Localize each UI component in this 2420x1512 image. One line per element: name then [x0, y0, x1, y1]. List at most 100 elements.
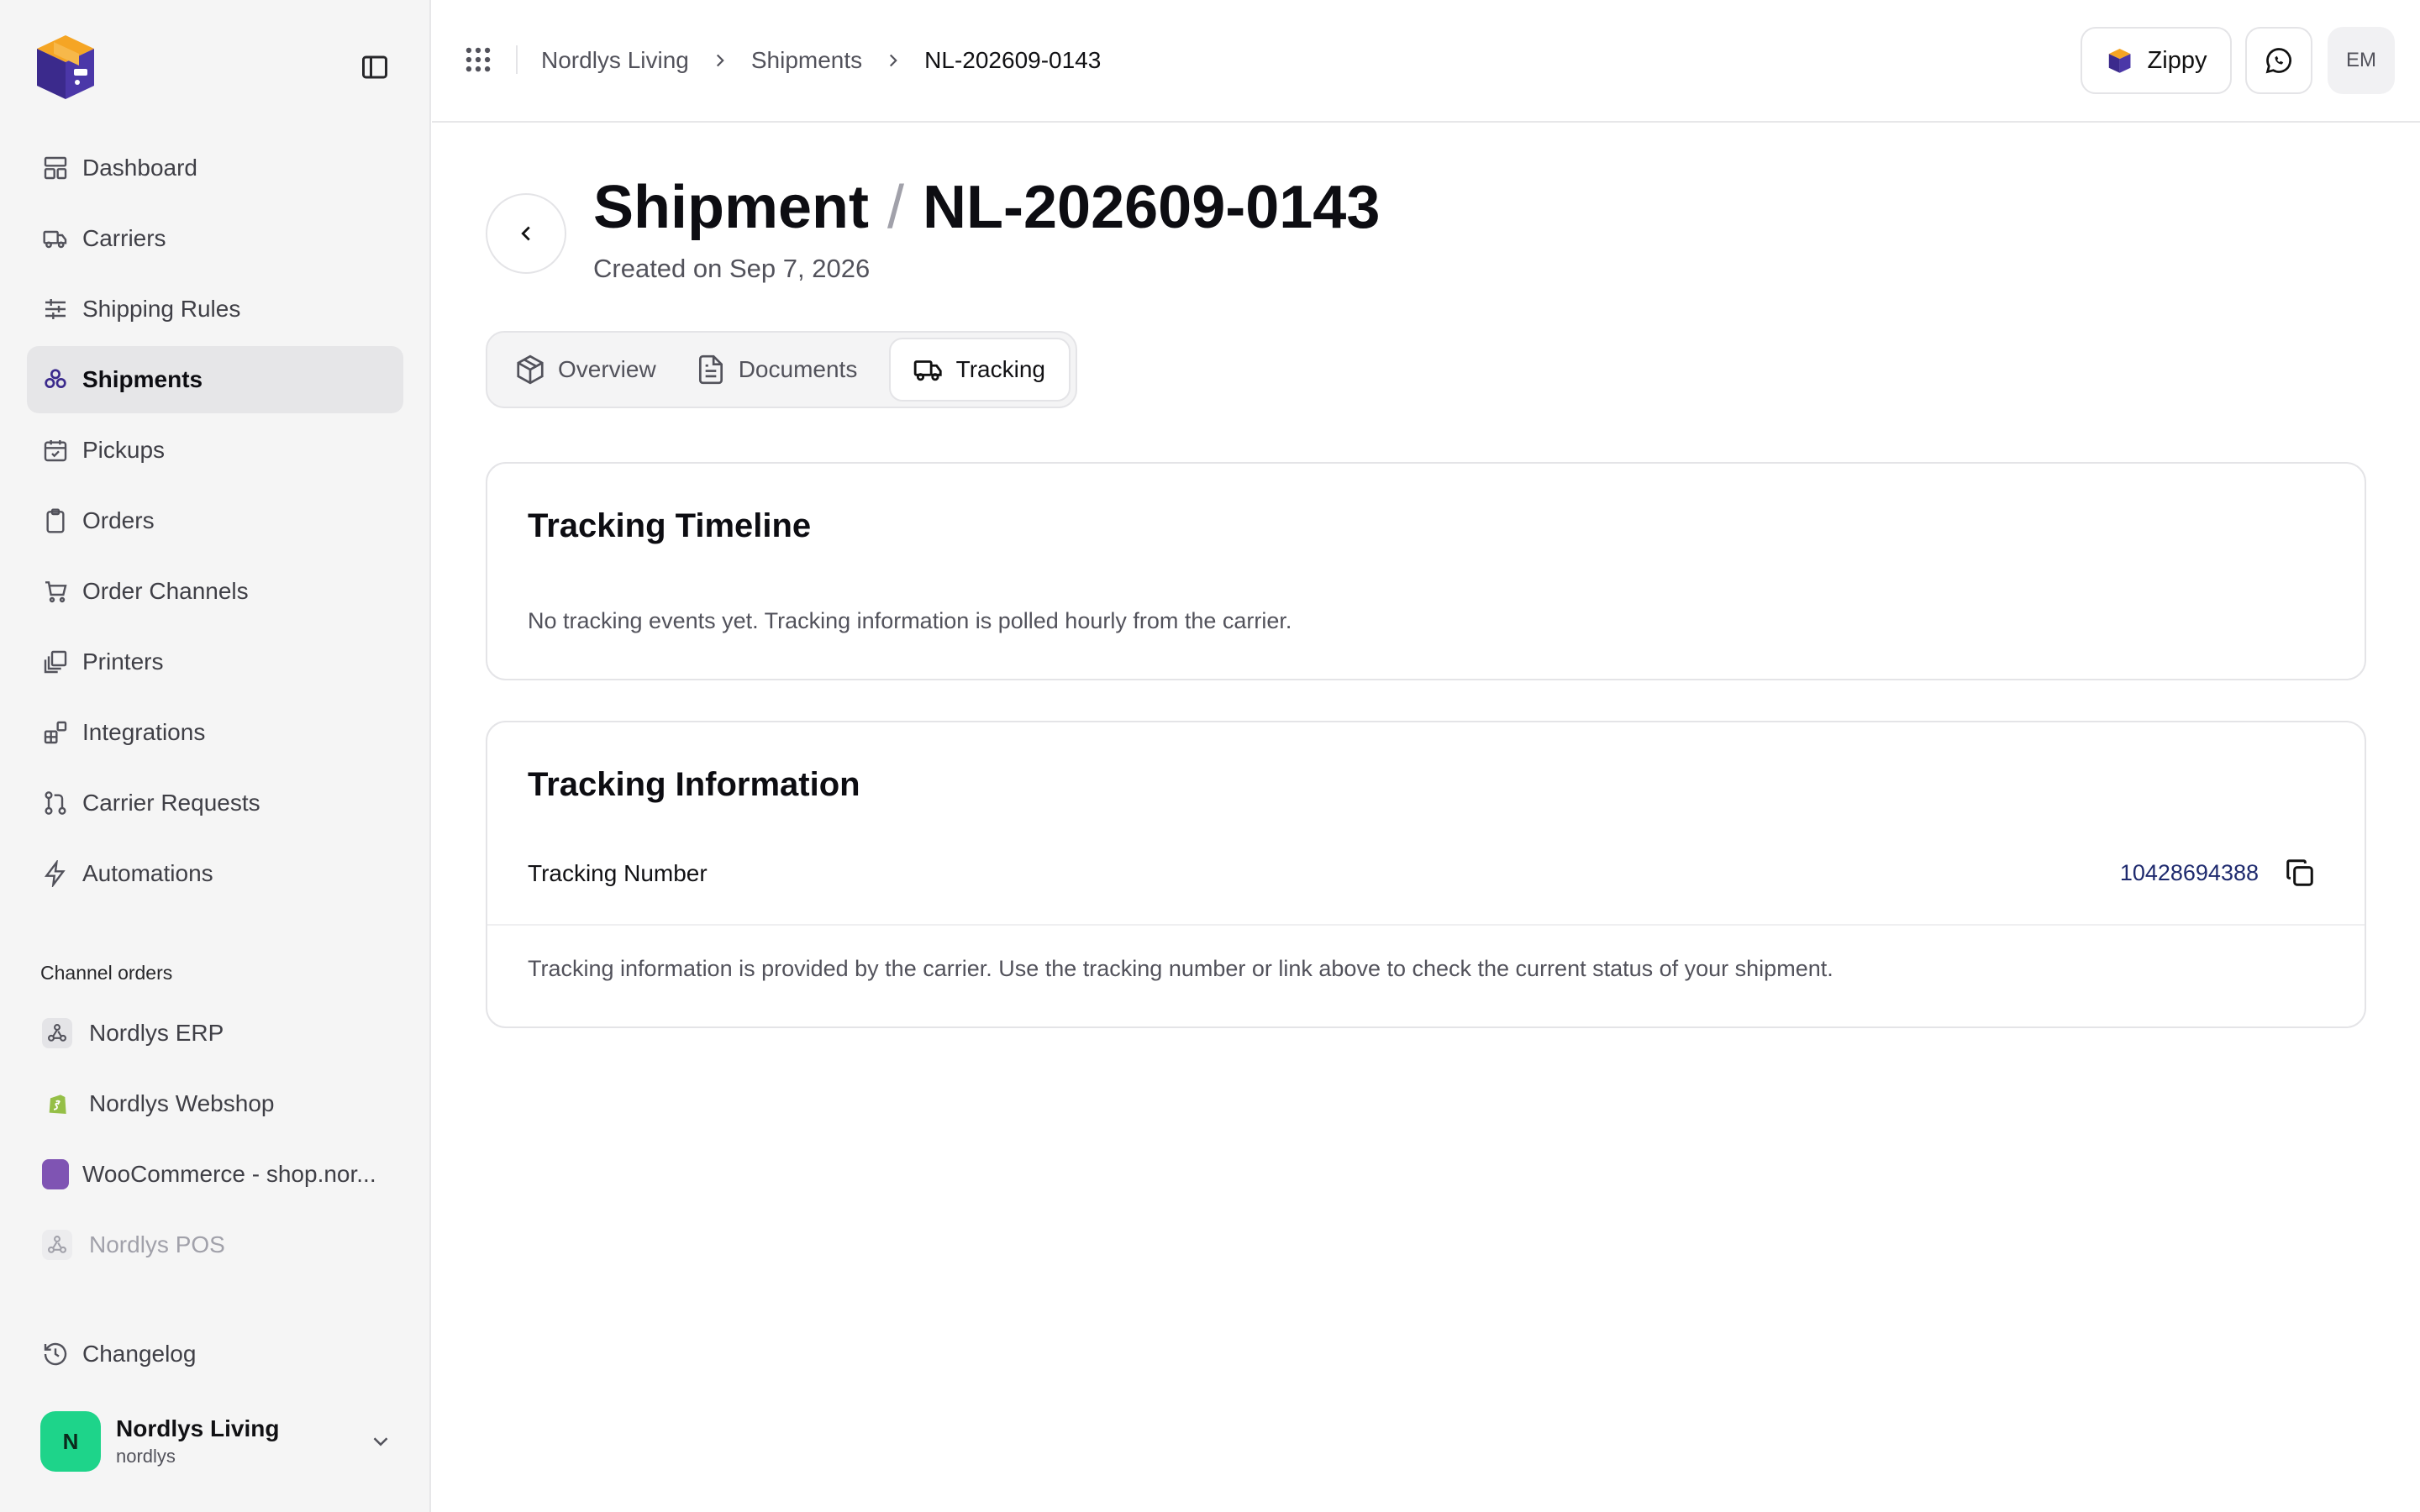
user-avatar[interactable]: EM: [2328, 27, 2395, 94]
main-nav: Dashboard Carriers Shipping Rules Shipme…: [27, 134, 403, 911]
top-header: Nordlys Living Shipments NL-202609-0143 …: [432, 0, 2420, 123]
header-divider: [516, 45, 518, 74]
chevron-down-icon: [373, 1437, 388, 1446]
cart-icon: [45, 581, 67, 603]
channel-section-label: Channel orders: [40, 962, 173, 984]
app-logo[interactable]: [29, 29, 104, 104]
sidebar-item-printers[interactable]: Printers: [27, 628, 403, 696]
breadcrumb-item-current: NL-202609-0143: [924, 47, 1102, 73]
sidebar-item-label: Shipping Rules: [82, 296, 241, 322]
changelog-section: Changelog: [27, 1320, 403, 1391]
sidebar-item-label: Dashboard: [82, 155, 197, 181]
printer-icon: [44, 650, 67, 674]
chevron-left-icon: [521, 226, 530, 241]
account-handle: nordlys: [116, 1446, 176, 1467]
channel-item-nordlys-pos[interactable]: Nordlys POS: [27, 1211, 403, 1278]
sidebar-item-orders[interactable]: Orders: [27, 487, 403, 554]
tab-overview[interactable]: Overview: [492, 338, 680, 402]
truck-icon: [913, 360, 942, 381]
sidebar-item-label: Integrations: [82, 719, 206, 745]
sidebar-item-label: Order Channels: [82, 578, 249, 604]
tracking-number-value[interactable]: 10428694388: [2120, 860, 2259, 886]
breadcrumb-item-shipments[interactable]: Shipments: [751, 47, 862, 74]
sidebar-toggle-icon[interactable]: [360, 52, 390, 82]
tracking-number-label: Tracking Number: [528, 860, 708, 886]
document-icon: [698, 354, 723, 385]
channel-item-woocommerce[interactable]: WooCommerce - shop.nor...: [27, 1141, 403, 1208]
page-title: Shipment / NL-202609-0143: [593, 173, 1380, 242]
card-divider: [487, 924, 2365, 926]
apps-grid-icon[interactable]: [462, 44, 494, 76]
copy-icon[interactable]: [2284, 857, 2316, 889]
sidebar-item-label: Carrier Requests: [82, 790, 260, 816]
account-name: Nordlys Living: [116, 1415, 280, 1441]
card-title: Tracking Timeline: [528, 507, 812, 544]
chat-bubble-icon: [2265, 48, 2291, 74]
tracking-information-card: Tracking Information Tracking Number 104…: [486, 721, 2366, 1028]
empty-state-message: No tracking events yet. Tracking informa…: [528, 608, 1292, 633]
sliders-icon: [45, 299, 66, 319]
sidebar-item-label: Automations: [82, 860, 213, 886]
sidebar-item-order-channels[interactable]: Order Channels: [27, 558, 403, 625]
git-pull-icon: [45, 791, 66, 815]
channel-item-nordlys-webshop[interactable]: Nordlys Webshop: [27, 1070, 403, 1137]
avatar: N: [40, 1411, 101, 1472]
shipment-id: NL-202609-0143: [923, 174, 1381, 241]
sidebar-item-label: Shipments: [82, 366, 203, 392]
tracking-note: Tracking information is provided by the …: [528, 956, 1833, 981]
sidebar-item-automations[interactable]: Automations: [27, 840, 403, 907]
chevron-right-icon: [716, 54, 724, 67]
tab-label: Tracking: [955, 356, 1045, 382]
boxes-icon: [45, 369, 66, 388]
sidebar-item-carriers[interactable]: Carriers: [27, 205, 403, 272]
sidebar-item-shipments[interactable]: Shipments: [27, 346, 403, 413]
account-switcher[interactable]: N Nordlys Living nordlys: [40, 1411, 393, 1472]
sidebar: Dashboard Carriers Shipping Rules Shipme…: [0, 0, 431, 1512]
webhook-icon: [42, 1018, 72, 1048]
tracking-timeline-card: Tracking Timeline No tracking events yet…: [486, 462, 2366, 680]
sidebar-item-label: Carriers: [82, 225, 166, 251]
sidebar-item-carrier-requests[interactable]: Carrier Requests: [27, 769, 403, 837]
webhook-icon: [42, 1230, 72, 1260]
clipboard-icon: [46, 508, 65, 533]
support-chat-button[interactable]: [2245, 27, 2312, 94]
sidebar-item-label: Pickups: [82, 437, 166, 463]
zippy-assistant-button[interactable]: Zippy: [2081, 27, 2232, 94]
bolt-icon: [44, 860, 66, 887]
sidebar-item-label: Changelog: [82, 1341, 197, 1367]
channel-item-label: Nordlys ERP: [89, 1020, 224, 1046]
breadcrumb: Nordlys Living Shipments NL-202609-0143: [541, 44, 1101, 77]
account-info: Nordlys Living nordlys: [116, 1415, 368, 1467]
zippy-logo-icon: [2108, 49, 2130, 73]
page-subtitle: Created on Sep 7, 2026: [593, 254, 871, 283]
channel-item-label: Nordlys POS: [89, 1231, 225, 1257]
card-title: Tracking Information: [528, 766, 860, 803]
tab-label: Documents: [738, 356, 858, 382]
tab-documents[interactable]: Documents: [680, 338, 881, 402]
sidebar-item-pickups[interactable]: Pickups: [27, 417, 403, 484]
sidebar-item-label: Printers: [82, 648, 164, 675]
calendar-check-icon: [44, 440, 67, 462]
channel-item-label: Nordlys Webshop: [89, 1090, 275, 1116]
package-icon: [517, 354, 544, 385]
sidebar-item-shipping-rules[interactable]: Shipping Rules: [27, 276, 403, 343]
history-icon: [44, 1342, 67, 1366]
back-button[interactable]: [486, 193, 566, 274]
sidebar-item-label: Orders: [82, 507, 155, 533]
sidebar-item-integrations[interactable]: Integrations: [27, 699, 403, 766]
title-separator: /: [887, 174, 905, 241]
channel-item-label: WooCommerce - shop.nor...: [82, 1161, 376, 1187]
tab-bar: Overview Documents Tracking: [486, 331, 1077, 408]
channel-item-nordlys-erp[interactable]: Nordlys ERP: [27, 1000, 403, 1067]
blocks-icon: [44, 721, 67, 744]
breadcrumb-item-organization[interactable]: Nordlys Living: [541, 47, 689, 74]
dashboard-icon: [44, 156, 67, 180]
sidebar-item-dashboard[interactable]: Dashboard: [27, 134, 403, 202]
page-title-prefix: Shipment: [593, 174, 870, 241]
truck-icon: [43, 230, 67, 249]
sidebar-item-changelog[interactable]: Changelog: [27, 1320, 403, 1388]
channel-list: Nordlys ERP Nordlys Webshop WooCommerce …: [27, 1000, 403, 1282]
shopify-icon: [42, 1089, 72, 1119]
zippy-label: Zippy: [2147, 46, 2207, 74]
tab-tracking[interactable]: Tracking: [888, 338, 1071, 402]
